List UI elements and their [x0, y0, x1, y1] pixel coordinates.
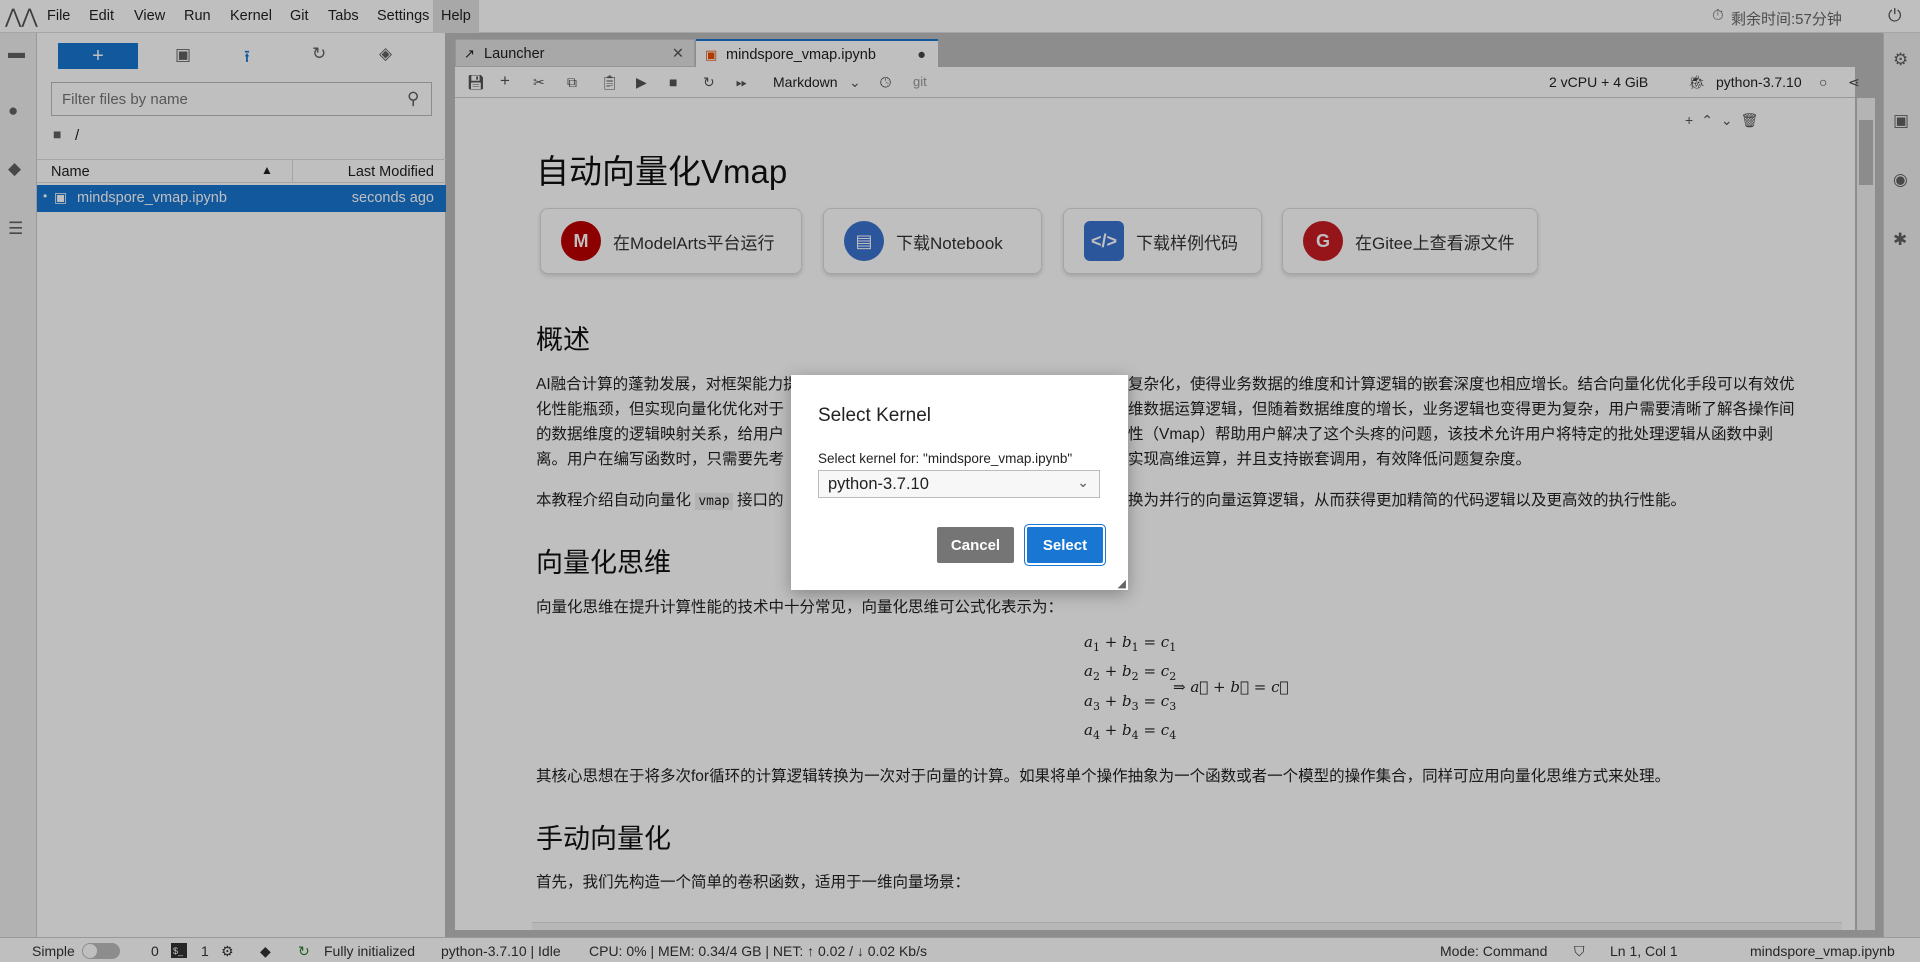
select-kernel-dialog: Select Kernel Select kernel for: "mindsp…: [791, 375, 1128, 590]
selected-kernel: python-3.7.10: [828, 475, 929, 493]
select-button[interactable]: Select: [1027, 527, 1103, 563]
resize-handle-icon[interactable]: ◢: [1118, 577, 1126, 590]
kernel-select[interactable]: python-3.7.10 ⌄: [818, 470, 1100, 498]
dialog-title: Select Kernel: [818, 405, 932, 426]
cancel-button[interactable]: Cancel: [937, 527, 1014, 563]
chevron-down-icon: ⌄: [1077, 474, 1089, 490]
dialog-label: Select kernel for: "mindspore_vmap.ipynb…: [818, 451, 1073, 466]
